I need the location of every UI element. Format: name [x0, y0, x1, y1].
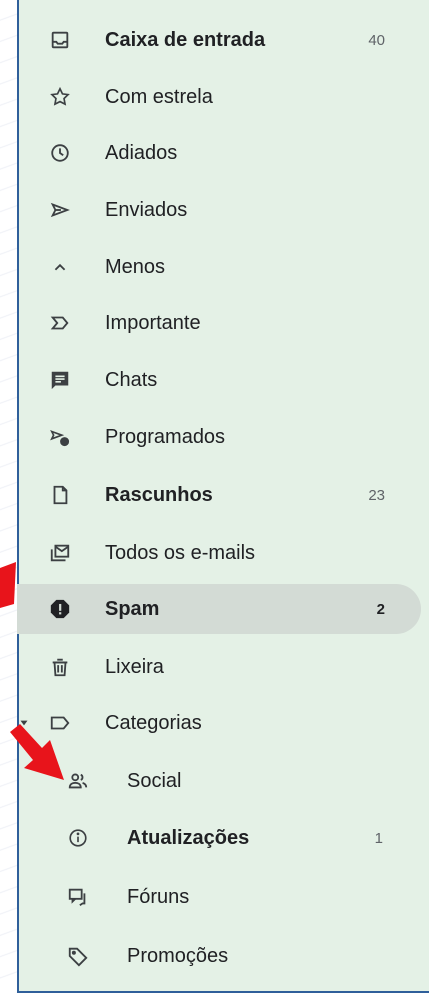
sidebar-item-label: Todos os e-mails: [105, 541, 256, 564]
forum-icon: [65, 884, 91, 910]
tag-icon: [65, 943, 91, 969]
sidebar-item-label: Categorias: [105, 711, 202, 734]
inbox-icon: [47, 27, 73, 53]
sidebar-item-chats[interactable]: Chats: [17, 355, 413, 405]
annotation-arrow-social: [10, 724, 64, 780]
star-icon: [47, 84, 73, 110]
category-item-promotions[interactable]: Promoções: [17, 931, 413, 981]
updates-count: 1: [374, 829, 383, 847]
trash-icon: [47, 654, 73, 680]
spam-count: 2: [376, 600, 385, 618]
draft-icon: [47, 482, 73, 508]
sidebar-item-label: Programados: [105, 425, 226, 448]
sidebar-item-categories[interactable]: Categorias: [17, 698, 413, 748]
sidebar-item-scheduled[interactable]: Programados: [17, 412, 413, 462]
category-item-label: Atualizações: [127, 826, 250, 849]
chevron-up-icon: [47, 254, 73, 280]
category-item-social[interactable]: Social: [17, 756, 413, 806]
sidebar-item-label: Menos: [105, 255, 166, 278]
sidebar-item-inbox[interactable]: Caixa de entrada 40: [17, 15, 413, 65]
sidebar-item-all-mail[interactable]: Todos os e-mails: [17, 528, 413, 578]
sidebar-item-label: Rascunhos: [105, 483, 213, 506]
sidebar-item-less[interactable]: Menos: [17, 242, 413, 292]
category-item-label: Fóruns: [127, 885, 190, 908]
scheduled-icon: [47, 424, 73, 450]
sidebar-item-label: Lixeira: [105, 655, 164, 678]
info-icon: [65, 825, 91, 851]
annotation-arrow-spam: [0, 562, 16, 608]
category-item-updates[interactable]: Atualizações 1: [17, 813, 413, 863]
sidebar-item-label: Chats: [105, 368, 158, 391]
important-icon: [47, 310, 73, 336]
sidebar-item-label: Importante: [105, 311, 201, 334]
sidebar-item-label: Adiados: [105, 141, 178, 164]
sidebar-item-important[interactable]: Importante: [17, 298, 413, 348]
sidebar-item-label: Enviados: [105, 198, 188, 221]
sidebar-item-label: Com estrela: [105, 85, 213, 108]
sidebar-item-label: Caixa de entrada: [105, 28, 266, 51]
sidebar-item-snoozed[interactable]: Adiados: [17, 128, 413, 178]
unread-count: 40: [368, 31, 385, 49]
sidebar-item-drafts[interactable]: Rascunhos 23: [17, 470, 413, 520]
sidebar-item-trash[interactable]: Lixeira: [17, 642, 413, 692]
sidebar-item-sent[interactable]: Enviados: [17, 185, 413, 235]
clock-icon: [47, 140, 73, 166]
sidebar-item-starred[interactable]: Com estrela: [17, 72, 413, 122]
category-item-forums[interactable]: Fóruns: [17, 872, 413, 922]
category-item-label: Promoções: [127, 944, 229, 967]
draft-count: 23: [368, 486, 385, 504]
all-mail-icon: [47, 540, 73, 566]
chat-icon: [47, 367, 73, 393]
spam-icon: [47, 596, 73, 622]
sidebar-item-spam[interactable]: Spam 2: [17, 584, 421, 634]
send-icon: [47, 197, 73, 223]
category-item-label: Social: [127, 769, 182, 792]
sidebar-item-label: Spam: [105, 597, 160, 620]
